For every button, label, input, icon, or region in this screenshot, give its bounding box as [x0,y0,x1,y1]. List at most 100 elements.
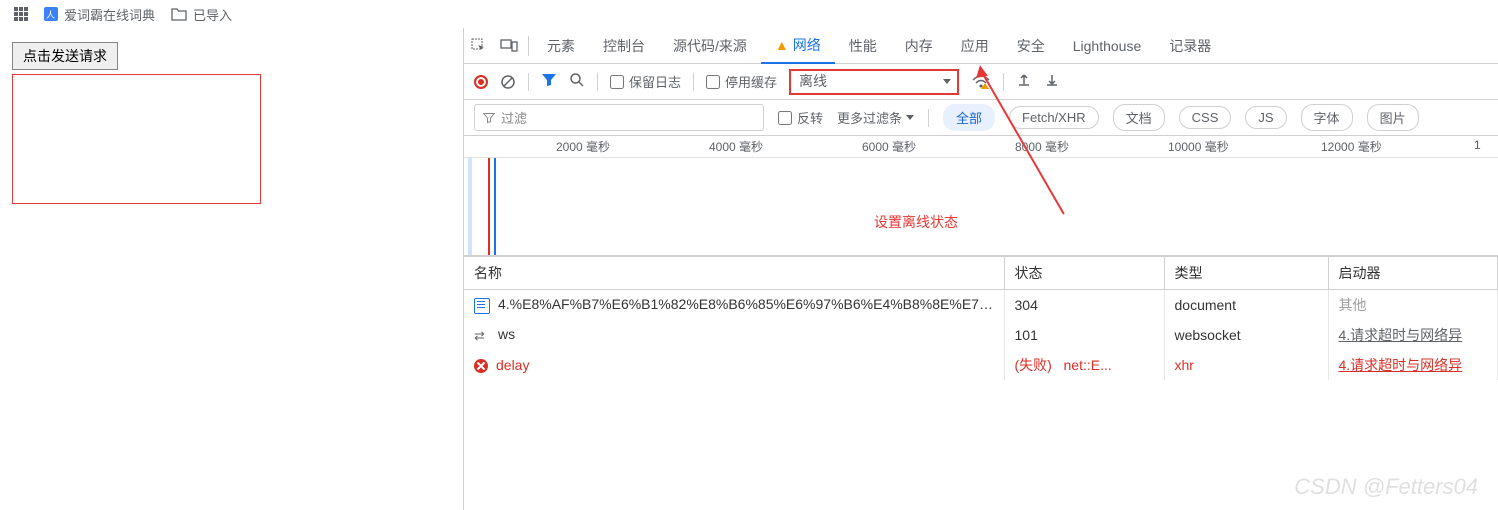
chevron-down-icon [906,115,914,120]
search-icon[interactable] [569,72,585,91]
folder-icon [171,7,187,21]
tab-elements[interactable]: 元素 [533,28,589,64]
record-button[interactable] [474,75,488,89]
timeline-ruler: 2000 毫秒 4000 毫秒 6000 毫秒 8000 毫秒 10000 毫秒… [464,136,1498,158]
column-status[interactable]: 状态 [1004,257,1164,290]
request-status: 101 [1004,320,1164,350]
clear-button[interactable] [500,74,516,90]
tab-application[interactable]: 应用 [947,28,1003,64]
checkbox-input[interactable] [706,75,720,89]
page-body: 点击发送请求 [12,42,261,204]
bookmark-dict[interactable]: 爱词霸在线词典 [44,5,155,24]
apps-button[interactable] [14,7,28,21]
request-initiator[interactable]: 4.请求超时与网络异 [1339,357,1463,373]
request-name: 4.%E8%AF%B7%E6%B1%82%E8%B6%85%E6%97%B6%E… [498,296,1004,312]
filter-type-doc[interactable]: 文档 [1113,104,1165,131]
tick-label: 10000 毫秒 [1168,138,1229,155]
bookmark-label: 爱词霸在线词典 [64,5,155,24]
filter-type-img[interactable]: 图片 [1367,104,1419,131]
timeline-bar [494,158,496,255]
request-type: websocket [1164,320,1328,350]
tick-label: 6000 毫秒 [862,138,916,155]
timeline-bar [488,158,490,255]
throttling-select[interactable]: 离线 [789,69,959,95]
tab-lighthouse[interactable]: Lighthouse [1059,28,1156,64]
separator [693,73,694,91]
bookmark-label: 已导入 [193,5,232,24]
throttling-value: 离线 [799,73,827,89]
more-filters-label: 更多过滤条 [837,108,902,127]
tab-console[interactable]: 控制台 [589,28,659,64]
network-timeline[interactable]: 2000 毫秒 4000 毫秒 6000 毫秒 8000 毫秒 10000 毫秒… [464,136,1498,256]
filter-type-css[interactable]: CSS [1179,106,1232,129]
tab-performance[interactable]: 性能 [835,28,891,64]
request-status: (失败) [1015,357,1052,373]
separator [1003,73,1004,91]
request-name: delay [496,357,529,373]
filter-type-fetchxhr[interactable]: Fetch/XHR [1009,106,1099,129]
preserve-log-checkbox[interactable]: 保留日志 [610,72,681,91]
checkbox-label: 反转 [797,108,823,127]
upload-har-icon[interactable] [1016,72,1032,91]
request-type: xhr [1164,350,1328,380]
bookmark-imported[interactable]: 已导入 [171,5,232,24]
checkbox-input[interactable] [778,111,792,125]
annotation-text: 设置离线状态 [874,212,958,232]
separator [597,73,598,91]
tab-recorder[interactable]: 记录器 [1155,28,1225,64]
filter-toggle-icon[interactable] [541,72,557,91]
separator [528,73,529,91]
more-filters-dropdown[interactable]: 更多过滤条 [837,108,914,127]
table-row[interactable]: 4.%E8%AF%B7%E6%B1%82%E8%B6%85%E6%97%B6%E… [464,290,1498,321]
send-request-button[interactable]: 点击发送请求 [12,42,118,70]
device-toggle-icon[interactable] [494,28,524,64]
invert-checkbox[interactable]: 反转 [778,108,823,127]
warning-icon: ▲ [775,37,789,53]
funnel-icon [483,112,495,124]
tab-sources[interactable]: 源代码/来源 [659,28,761,64]
devtools-panel: 元素 控制台 源代码/来源 ▲ 网络 性能 内存 应用 安全 Lighthous… [463,28,1498,510]
disable-cache-checkbox[interactable]: 停用缓存 [706,72,777,91]
filter-input[interactable]: 过滤 [474,104,764,131]
result-box [12,74,261,204]
filter-placeholder: 过滤 [501,108,527,127]
request-status: 304 [1004,290,1164,321]
request-initiator: 其他 [1339,297,1367,313]
devtools-tabs: 元素 控制台 源代码/来源 ▲ 网络 性能 内存 应用 安全 Lighthous… [464,28,1498,64]
bookmarks-bar: 爱词霸在线词典 已导入 [0,0,1498,28]
download-har-icon[interactable] [1044,72,1060,91]
column-name[interactable]: 名称 [464,257,1004,290]
checkbox-label: 停用缓存 [725,72,777,91]
filter-type-font[interactable]: 字体 [1301,104,1353,131]
tab-network[interactable]: ▲ 网络 [761,28,835,64]
table-row[interactable]: delay (失败) net::E... xhr 4.请求超时与网络异 [464,350,1498,380]
tab-security[interactable]: 安全 [1003,28,1059,64]
tick-label: 4000 毫秒 [709,138,763,155]
request-name: ws [498,326,515,342]
network-request-table: 名称 状态 类型 启动器 4.%E8%AF%B7%E6%B1%82%E8%B6%… [464,256,1498,380]
document-icon [474,298,490,314]
filter-type-js[interactable]: JS [1245,106,1286,129]
checkbox-input[interactable] [610,75,624,89]
column-initiator[interactable]: 启动器 [1328,257,1498,290]
inspect-icon[interactable] [464,28,494,64]
tick-label: 2000 毫秒 [556,138,610,155]
request-status-extra: net::E... [1064,357,1112,373]
separator [528,36,529,56]
tick-label: 12000 毫秒 [1321,138,1382,155]
table-row[interactable]: ⇄ ws 101 websocket 4.请求超时与网络异 [464,320,1498,350]
error-icon [474,359,488,373]
timeline-overview [464,158,1498,255]
filter-type-all[interactable]: 全部 [943,104,995,131]
grid-icon [14,7,28,21]
chevron-down-icon [943,79,951,84]
column-type[interactable]: 类型 [1164,257,1328,290]
tab-memory[interactable]: 内存 [891,28,947,64]
network-filter-bar: 过滤 反转 更多过滤条 全部 Fetch/XHR 文档 CSS JS 字体 图片 [464,100,1498,136]
request-initiator[interactable]: 4.请求超时与网络异 [1339,327,1463,343]
separator [928,109,929,127]
table-header-row: 名称 状态 类型 启动器 [464,257,1498,290]
request-type: document [1164,290,1328,321]
annotation-arrow-head [974,64,988,78]
websocket-icon: ⇄ [474,328,490,344]
